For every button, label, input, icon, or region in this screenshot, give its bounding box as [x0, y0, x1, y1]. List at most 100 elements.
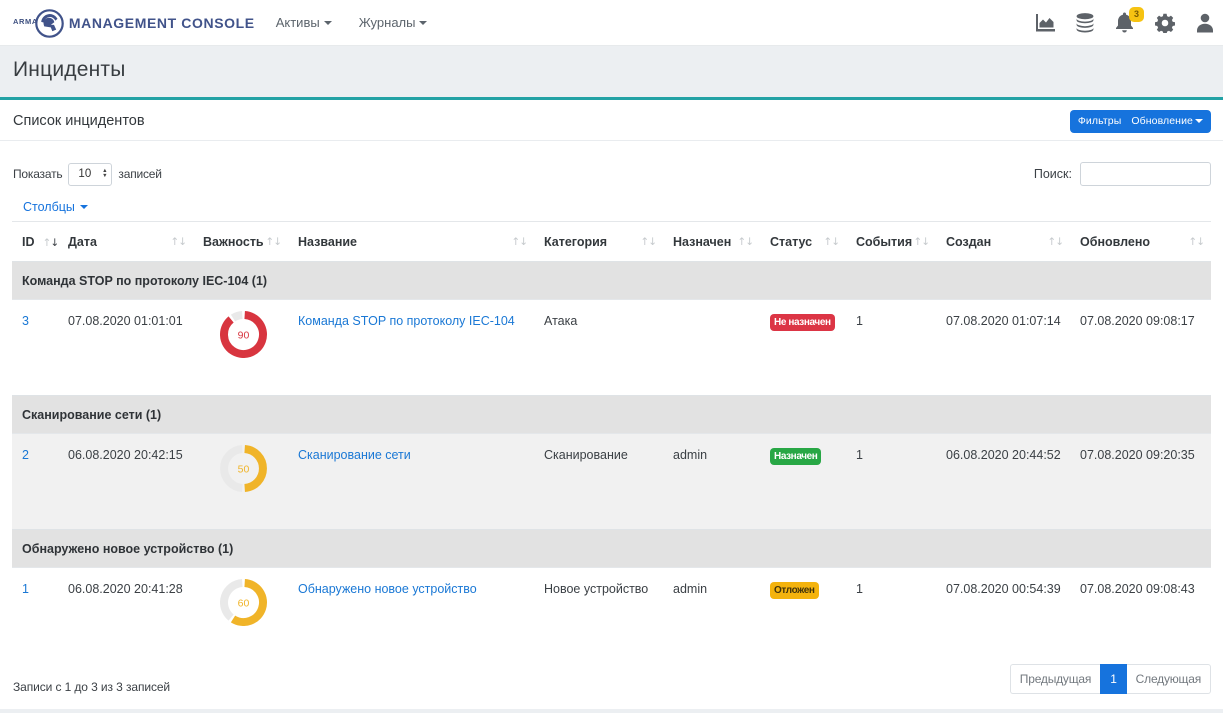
incident-date: 06.08.2020 20:41:28 [68, 582, 183, 596]
column-label: Назначен [673, 235, 731, 249]
incident-updated: 07.08.2020 09:20:35 [1080, 448, 1195, 462]
cell-cat: Атака [534, 300, 663, 396]
chevron-down-icon [80, 205, 88, 209]
importance-gauge: 50 [220, 445, 267, 492]
column-label: Название [298, 235, 357, 249]
cell-cat: Новое устройство [534, 568, 663, 664]
group-header-label: Обнаружено новое устройство (1) [12, 530, 1211, 568]
incident-events-count: 1 [856, 448, 863, 462]
cell-date: 07.08.2020 01:01:01 [58, 300, 193, 396]
cell-date: 06.08.2020 20:42:15 [58, 434, 193, 530]
cell-gauge: 50 [193, 434, 288, 530]
cell-gauge: 90 [193, 300, 288, 396]
svg-text:90: 90 [238, 330, 250, 342]
search-label: Поиск: [1034, 167, 1072, 181]
column-header-2[interactable]: Дата↑↓ [58, 222, 193, 262]
cell-events: 1 [846, 434, 936, 530]
cell-title: Сканирование сети [288, 434, 534, 530]
dashboard-chart-icon[interactable] [1034, 12, 1055, 34]
page-size-select[interactable]: 10 [68, 163, 112, 186]
column-header-6[interactable]: Назначен↑↓ [663, 222, 760, 262]
filters-button[interactable]: Фильтры [1070, 110, 1127, 133]
sort-icon: ↑↓ [640, 235, 656, 247]
incident-created: 07.08.2020 01:07:14 [946, 314, 1061, 328]
incident-assignee: admin [673, 448, 707, 462]
column-header-7[interactable]: Статус↑↓ [760, 222, 846, 262]
cell-events: 1 [846, 568, 936, 664]
column-header-10[interactable]: Обновлено↑↓ [1070, 222, 1211, 262]
user-profile-icon[interactable] [1194, 12, 1215, 34]
arma-helmet-icon [35, 9, 64, 38]
pagination-next[interactable]: Следующая [1127, 664, 1211, 694]
sort-icon: ↑↓ [913, 235, 929, 247]
search-input[interactable] [1080, 162, 1211, 186]
column-header-1[interactable]: ID↑↓ [12, 222, 58, 262]
incident-date: 07.08.2020 01:01:01 [68, 314, 183, 328]
settings-gear-icon[interactable] [1154, 12, 1175, 34]
cell-cat: Сканирование [534, 434, 663, 530]
incident-id-link[interactable]: 1 [22, 582, 29, 596]
incident-title-link[interactable]: Обнаружено новое устройство [298, 582, 477, 596]
database-icon[interactable] [1074, 12, 1095, 34]
cell-created: 07.08.2020 00:54:39 [936, 568, 1070, 664]
columns-row: Столбцы [0, 186, 1223, 213]
columns-button-label: Столбцы [23, 200, 75, 214]
records-label: записей [118, 167, 161, 181]
page-title: Инциденты [13, 58, 126, 82]
menu-assets[interactable]: Активы [276, 9, 332, 36]
incident-row-id-1: 106.08.2020 20:41:2860Обнаружено новое у… [12, 568, 1211, 664]
incident-row-id-3: 3 07.08.2020 01:01:01 90 Команда STOP по пр… [12, 300, 1211, 396]
cell-assign: admin [663, 434, 760, 530]
sort-icon: ↑↓ [1047, 235, 1063, 247]
notifications-bell-icon[interactable]: 3 [1114, 12, 1135, 34]
chevron-down-icon [1195, 119, 1203, 123]
refresh-button-label: Обновление [1131, 114, 1193, 129]
column-header-8[interactable]: События↑↓ [846, 222, 936, 262]
show-label: Показать [13, 167, 62, 181]
incident-events-count: 1 [856, 314, 863, 328]
brand-title: MANAGEMENT CONSOLE [69, 15, 255, 31]
table-controls: Показать 10 ▲▼ записей Поиск: [0, 141, 1223, 186]
refresh-dropdown-button[interactable]: Обновление [1126, 110, 1211, 133]
group-header-label: Сканирование сети (1) [12, 396, 1211, 434]
group-header-row-2: Сканирование сети (1) [12, 396, 1211, 434]
sort-icon: ↑↓ [170, 235, 186, 247]
column-header-3[interactable]: Важность↑↓ [193, 222, 288, 262]
cell-updated: 07.08.2020 09:08:43 [1070, 568, 1211, 664]
panel-actions: Фильтры Обновление [1070, 110, 1211, 133]
incident-created: 07.08.2020 00:54:39 [946, 582, 1061, 596]
top-navbar: ARMA MANAGEMENT CONSOLE Активы Журналы [0, 0, 1223, 46]
main-menu: Активы Журналы [276, 9, 455, 36]
menu-journals-label: Журналы [359, 15, 416, 30]
cell-title: Команда STOP по протоколу IEC-104 [288, 300, 534, 396]
status-badge: Не назначен [770, 314, 835, 331]
column-header-5[interactable]: Категория↑↓ [534, 222, 663, 262]
column-header-4[interactable]: Название↑↓ [288, 222, 534, 262]
pagination-previous[interactable]: Предыдущая [1010, 664, 1100, 694]
menu-journals[interactable]: Журналы [359, 9, 428, 36]
cell-created: 06.08.2020 20:44:52 [936, 434, 1070, 530]
column-label: Статус [770, 235, 812, 249]
cell-id: 3 [12, 300, 58, 396]
cell-assign [663, 300, 760, 396]
column-header-9[interactable]: Создан ↑↓ [936, 222, 1070, 262]
cell-assign: admin [663, 568, 760, 664]
page-length-control: Показать 10 ▲▼ записей [13, 163, 162, 186]
incident-row-id-2: 2 06.08.2020 20:42:15 50 Сканирование сети С… [12, 434, 1211, 530]
column-label: Создан [946, 235, 991, 249]
column-label: Обновлено [1080, 235, 1150, 249]
incident-id-link[interactable]: 3 [22, 314, 29, 328]
brand-logo[interactable]: ARMA MANAGEMENT CONSOLE [13, 7, 255, 38]
cell-status: Назначен [760, 434, 846, 530]
incident-title-link[interactable]: Команда STOP по протоколу IEC-104 [298, 314, 515, 328]
chevron-down-icon [324, 21, 332, 25]
cell-id: 2 [12, 434, 58, 530]
incident-category: Новое устройство [544, 582, 648, 596]
column-label: Важность [203, 235, 264, 249]
columns-dropdown-button[interactable]: Столбцы [23, 200, 88, 214]
incident-title-link[interactable]: Сканирование сети [298, 448, 411, 462]
incident-id-link[interactable]: 2 [22, 448, 29, 462]
cell-updated: 07.08.2020 09:20:35 [1070, 434, 1211, 530]
pagination-page-1[interactable]: 1 [1100, 664, 1126, 694]
cell-events: 1 [846, 300, 936, 396]
